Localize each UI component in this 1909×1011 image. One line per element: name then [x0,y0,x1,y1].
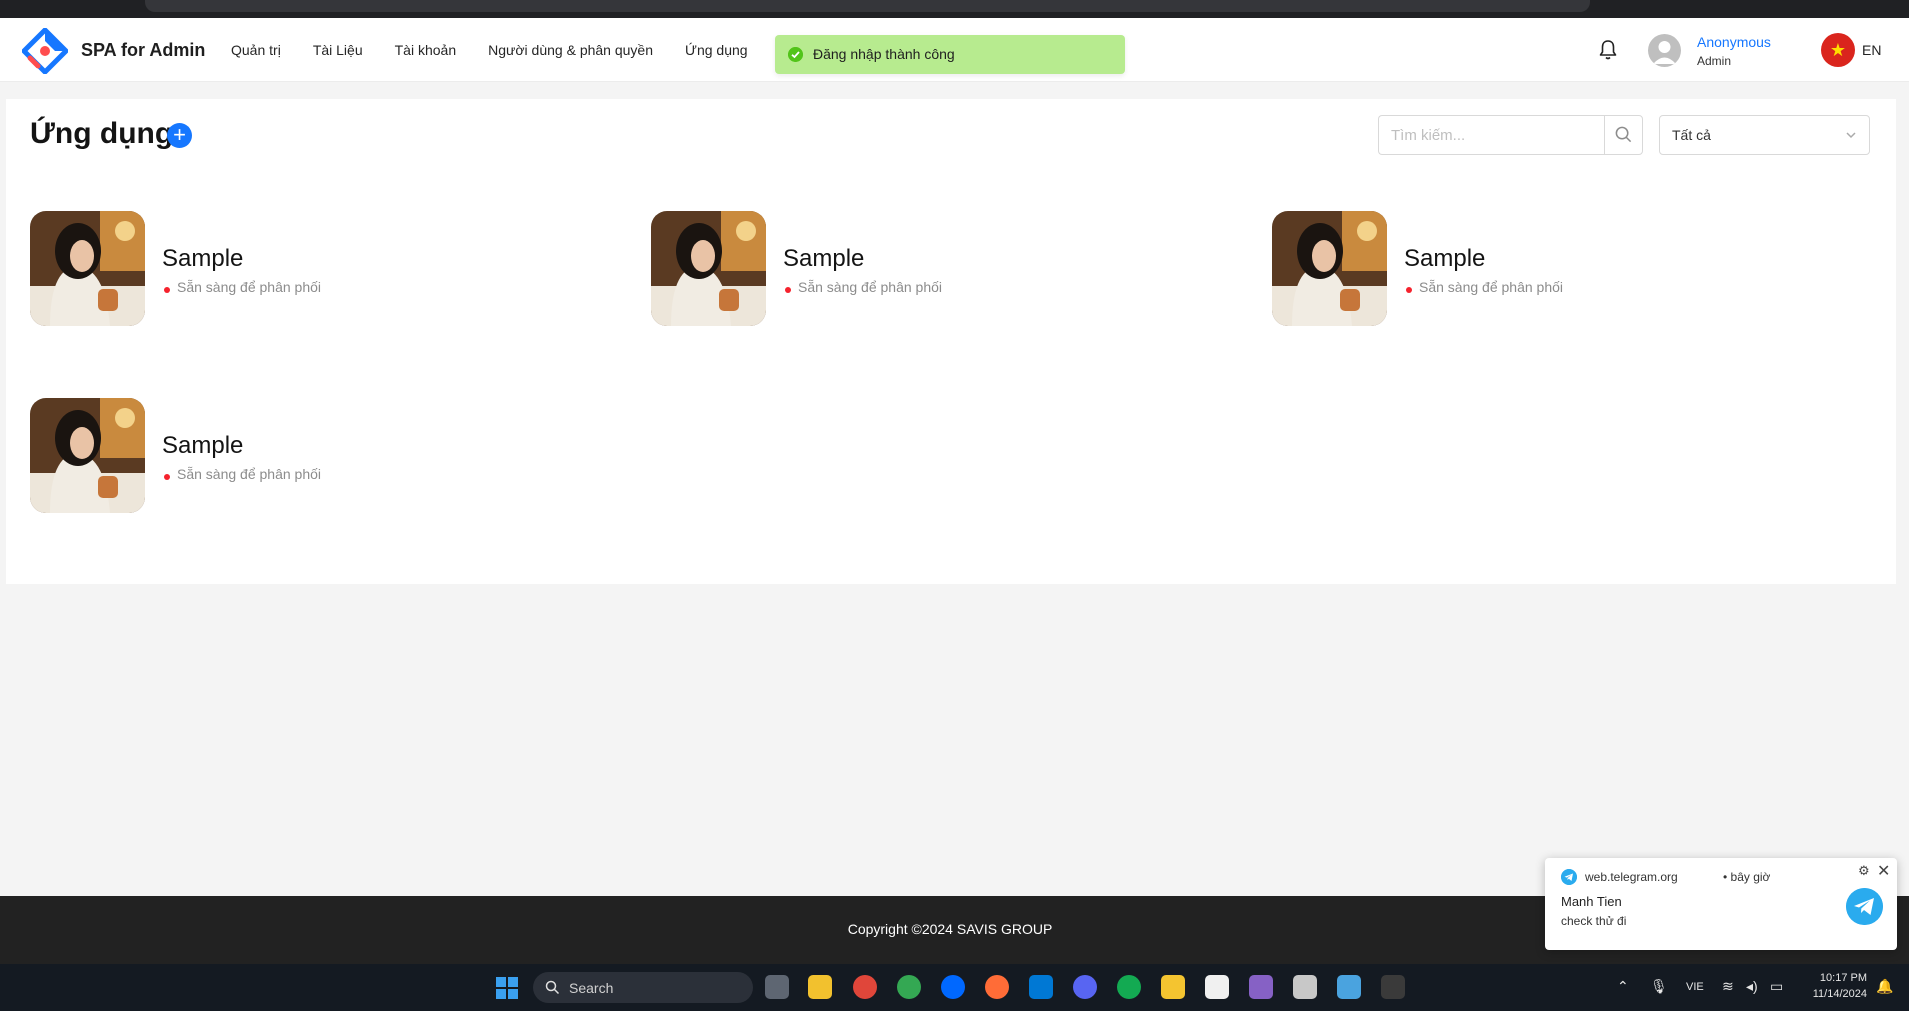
notification-message: check thử đi [1561,914,1627,928]
bell-icon[interactable] [1598,39,1618,61]
search-icon [545,980,560,995]
mongodb-compass-icon[interactable] [1117,975,1141,999]
chrome-profile-icon[interactable] [897,975,921,999]
user-icon [1653,41,1676,64]
input-language[interactable]: VIE [1686,981,1704,993]
wifi-icon[interactable]: ≋ [1722,978,1734,995]
clock-date[interactable]: 11/14/2024 [1797,988,1867,1000]
app-thumbnail [1272,211,1387,326]
notepad-icon[interactable] [1337,975,1361,999]
unity-hub-icon[interactable] [1293,975,1317,999]
terminal-icon[interactable] [1381,975,1405,999]
check-circle-icon [788,47,803,62]
app-status: Sẵn sàng để phân phối [177,279,322,295]
user-avatar[interactable] [1648,34,1681,67]
status-dot [164,287,170,293]
status-dot [164,474,170,480]
apps-panel: Ứng dụng + Tất cả Sample [6,99,1896,584]
app-card[interactable]: Sample Sẵn sàng để phân phối [651,211,981,327]
windows-start-icon[interactable] [496,977,518,999]
nav-item-apps[interactable]: Ứng dụng [685,18,748,82]
vscode-icon[interactable] [1029,975,1053,999]
notification-source: web.telegram.org [1585,870,1678,884]
file-explorer-icon[interactable] [808,975,832,999]
app-card[interactable]: Sample Sẵn sàng để phân phối [30,398,360,514]
app-name[interactable]: Sample [162,432,243,460]
gear-icon[interactable]: ⚙ [1858,863,1870,879]
success-toast: Đăng nhập thành công [775,35,1125,74]
app-thumbnail [651,211,766,326]
taskbar-search-label: Search [569,980,614,996]
notification-sender: Manh Tien [1561,894,1622,909]
chevron-down-icon [1846,132,1856,139]
chevron-up-icon[interactable]: ⌃ [1617,978,1629,995]
search-icon [1615,126,1632,143]
telegram-notification[interactable]: web.telegram.org • bây giờ ⚙ ✕ Manh Tien… [1545,858,1897,950]
volume-icon[interactable]: ◂) [1746,978,1758,995]
app-thumbnail [30,211,145,326]
user-name[interactable]: Anonymous [1697,34,1771,50]
app-name[interactable]: Sample [1404,245,1485,273]
nav-item-account[interactable]: Tài khoản [395,18,456,82]
close-icon[interactable]: ✕ [1877,861,1890,881]
app-name[interactable]: Sample [783,245,864,273]
page-title: Ứng dụng [30,117,174,150]
app-status: Sẵn sàng để phân phối [798,279,943,295]
vietnam-flag-icon[interactable]: ★ [1821,33,1855,67]
status-filter-select[interactable]: Tất cả [1659,115,1870,155]
status-dot [1406,287,1412,293]
notion-icon[interactable] [1205,975,1229,999]
task-view-icon[interactable] [765,975,789,999]
main-nav: Quản trị Tài Liệu Tài khoản Người dùng &… [231,18,821,82]
notification-time: • bây giờ [1723,870,1771,884]
zalo-icon[interactable] [941,975,965,999]
app-status: Sẵn sàng để phân phối [177,466,322,482]
search-button[interactable] [1604,115,1643,155]
windows-taskbar: Search ⌃ 🎙 VIE ≋ ◂) ▭ 10:17 PM 11/14/202… [0,964,1909,1011]
brand-name[interactable]: SPA for Admin [81,40,205,61]
app-card[interactable]: Sample Sẵn sàng để phân phối [1272,211,1602,327]
battery-icon[interactable]: ▭ [1770,978,1783,995]
app-card[interactable]: Sample Sẵn sàng để phân phối [30,211,360,327]
sticky-notes-icon[interactable] [1161,975,1185,999]
add-app-button[interactable]: + [167,123,192,148]
nav-item-docs[interactable]: Tài Liệu [313,18,363,82]
clock-time[interactable]: 10:17 PM [1797,972,1867,984]
search-input[interactable] [1378,115,1604,155]
app-name[interactable]: Sample [162,245,243,273]
app-logo-icon[interactable] [22,28,68,74]
postman-icon[interactable] [985,975,1009,999]
telegram-icon [1561,869,1577,885]
microphone-icon[interactable]: 🎙 [1650,978,1668,995]
taskbar-search[interactable]: Search [533,972,753,1003]
status-dot [785,287,791,293]
language-switch[interactable]: EN [1862,42,1881,58]
nav-item-users-permissions[interactable]: Người dùng & phân quyền [488,18,653,82]
app-thumbnail [30,398,145,513]
notification-bell-icon[interactable]: 🔔 [1876,978,1893,995]
discord-icon[interactable] [1073,975,1097,999]
telegram-app-icon [1846,888,1883,925]
toast-message: Đăng nhập thành công [813,46,955,62]
app-status: Sẵn sàng để phân phối [1419,279,1564,295]
nav-item-admin[interactable]: Quản trị [231,18,281,82]
chrome-icon[interactable] [853,975,877,999]
browser-address-bar[interactable] [145,0,1590,12]
filter-selected-value: Tất cả [1672,127,1711,143]
user-role: Admin [1697,54,1732,68]
browser-tab-strip [0,0,1909,18]
visual-studio-icon[interactable] [1249,975,1273,999]
